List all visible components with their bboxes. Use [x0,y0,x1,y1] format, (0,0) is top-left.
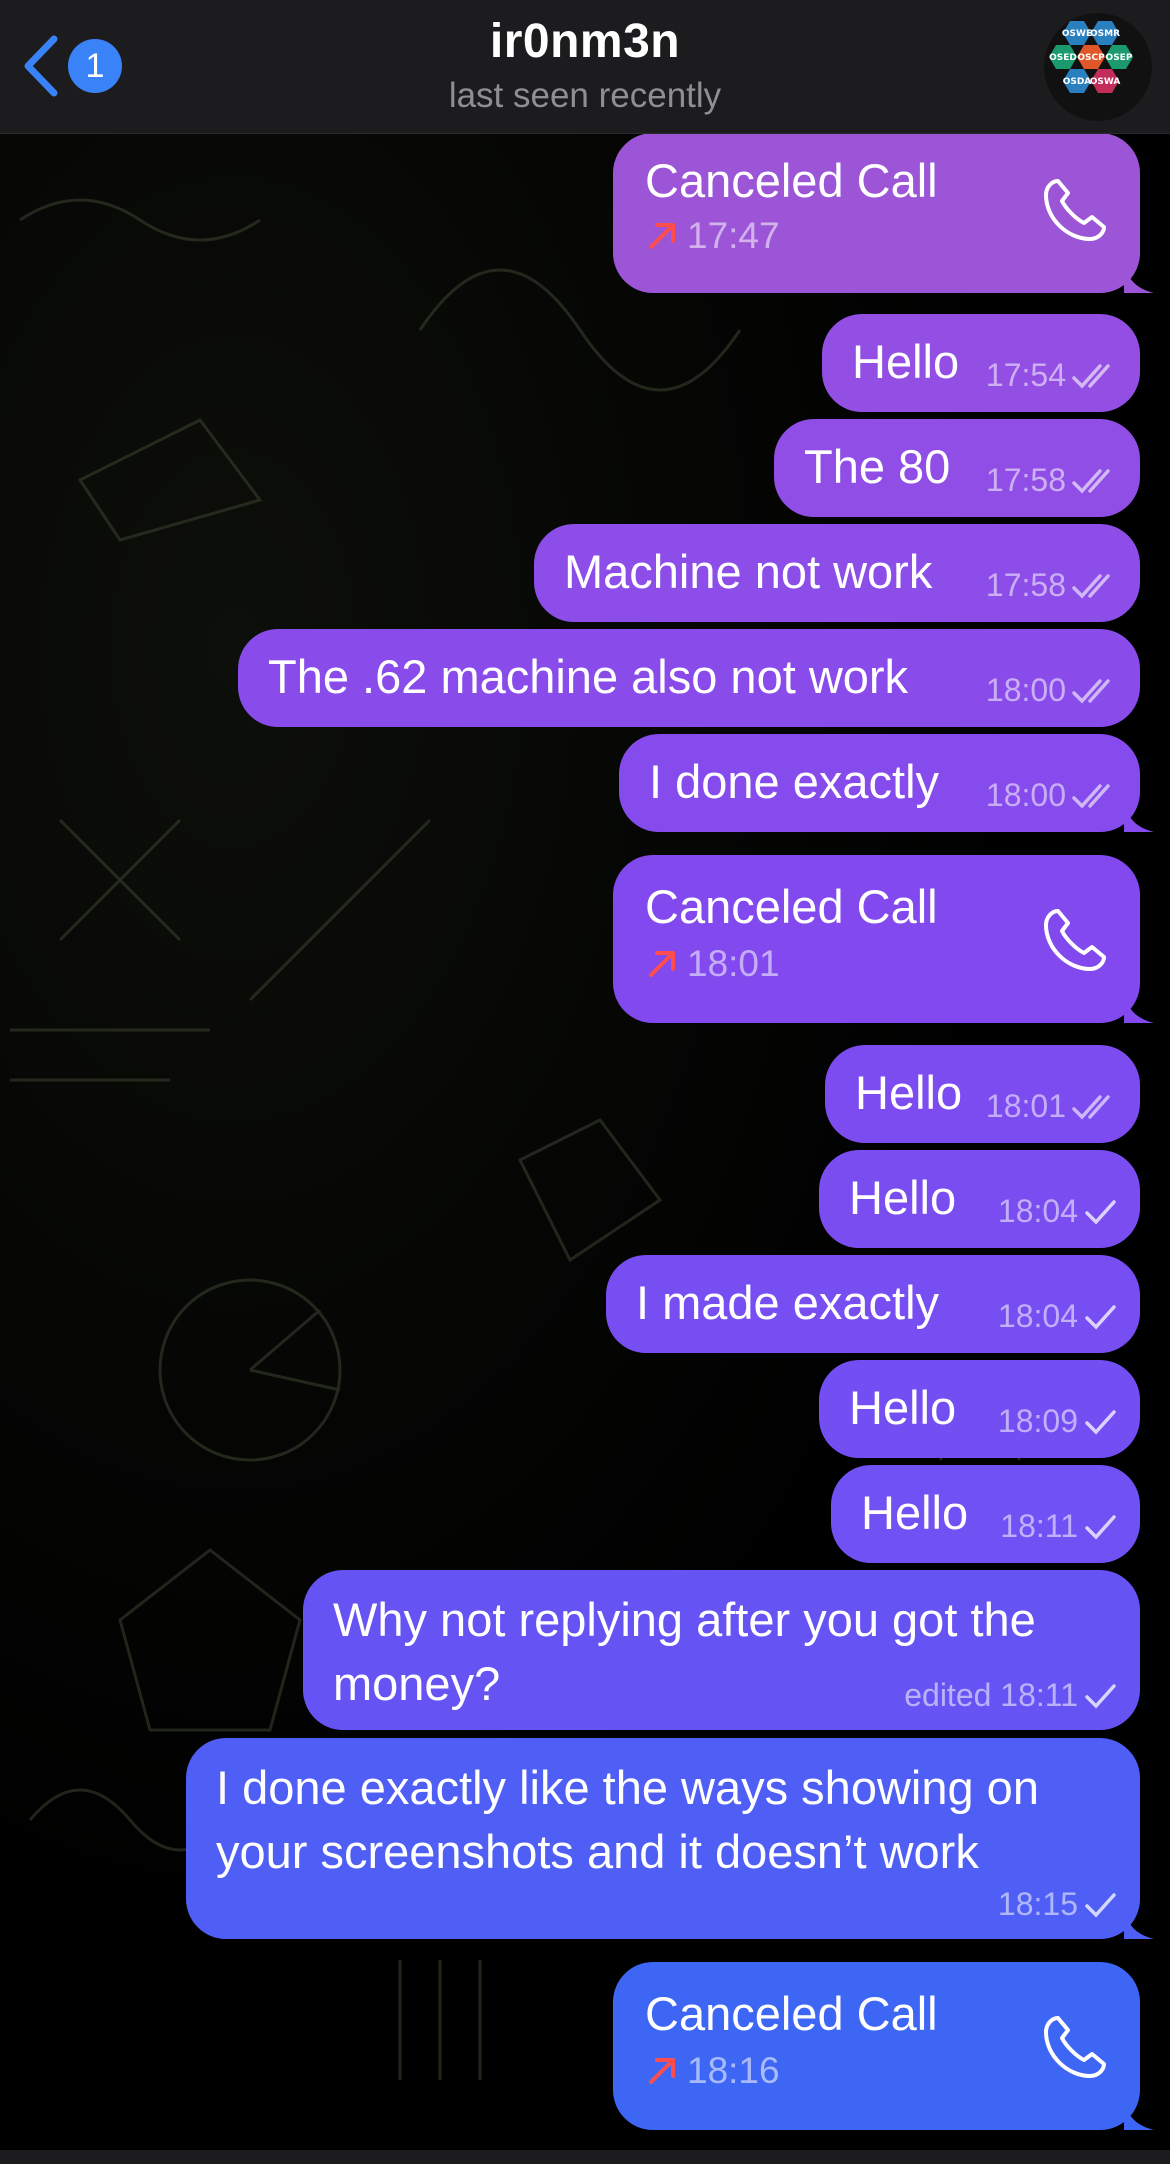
avatar-label: OSWA [1090,77,1121,87]
single-check-icon [1085,1892,1116,1918]
message-text: Hello [849,1381,957,1434]
message-time: 18:04 [997,1298,1078,1334]
message-time: 18:00 [985,672,1066,708]
double-check-icon [1072,573,1110,599]
message-bubble[interactable]: I done exactly 18:00 [619,734,1140,832]
call-time: 18:01 [687,943,780,984]
single-check-icon [1085,1304,1116,1330]
message-bubble[interactable]: The 80 17:58 [774,419,1140,517]
message-text: The 80 [804,440,951,493]
message-bubble[interactable]: I done exactly like the ways showing on … [186,1738,1140,1939]
message-bubble[interactable]: Hello 18:04 [819,1150,1140,1248]
bottom-bar [0,2150,1170,2164]
avatar-label: OSDA [1063,77,1092,87]
contact-name[interactable]: ir0nm3n [0,14,1170,69]
call-message[interactable]: Canceled Call 18:16 [613,1962,1140,2130]
message-time: 18:04 [997,1193,1078,1229]
message-bubble[interactable]: I made exactly 18:04 [606,1255,1140,1353]
message-time: 18:01 [985,1088,1066,1124]
message-bubble[interactable]: Hello 18:01 [825,1045,1140,1143]
message-time: 18:15 [997,1886,1078,1922]
call-title: Canceled Call [645,154,938,207]
call-title: Canceled Call [645,880,938,933]
message-bubble[interactable]: Hello 18:09 [819,1360,1140,1458]
double-check-icon [1072,1094,1110,1120]
double-check-icon [1072,468,1110,494]
message-time: 18:00 [985,777,1066,813]
single-check-icon [1085,1514,1116,1540]
contact-avatar[interactable]: OSWE OSMR OSED OSCP OSEP OSDA OSWA [1044,13,1152,121]
message-bubble[interactable]: Why not replying after you got the money… [303,1570,1140,1730]
outgoing-call-arrow-icon [649,951,675,977]
call-message[interactable]: Canceled Call 17:47 [613,133,1140,293]
message-text: The .62 machine also not work [268,650,909,703]
phone-icon[interactable] [1040,2010,1112,2082]
double-check-icon [1072,783,1110,809]
phone-icon[interactable] [1040,173,1112,245]
message-time: 17:58 [985,567,1066,603]
message-text: Hello [849,1171,957,1224]
avatar-label: OSED [1049,53,1077,63]
message-bubble[interactable]: Hello 17:54 [822,314,1140,412]
avatar-label: OSWE [1062,29,1092,39]
call-time: 17:47 [687,215,780,256]
call-title: Canceled Call [645,1987,938,2040]
message-bubble[interactable]: The .62 machine also not work 18:00 [238,629,1140,727]
single-check-icon [1085,1409,1116,1435]
avatar-label: OSMR [1090,29,1120,39]
double-check-icon [1072,363,1110,389]
message-text: I done exactly [649,755,940,808]
phone-icon[interactable] [1040,903,1112,975]
message-time: 17:58 [985,462,1066,498]
outgoing-call-arrow-icon [649,223,675,249]
message-text: Hello [855,1066,963,1119]
avatar-label: OSCP [1077,53,1105,63]
message-bubble[interactable]: Hello 18:11 [831,1465,1140,1563]
chat-header: 1 ir0nm3n last seen recently OSWE OSMR O… [0,0,1170,134]
avatar-label: OSEP [1106,53,1133,63]
outgoing-call-arrow-icon [649,2058,675,2084]
message-text: I done exactly like the ways showing on … [216,1761,1039,1878]
message-text: Hello [852,335,960,388]
message-time: 18:11 [1000,1508,1078,1544]
single-check-icon [1085,1683,1116,1709]
double-check-icon [1072,678,1110,704]
message-text: Machine not work [564,545,933,598]
message-time: 18:09 [997,1403,1078,1439]
call-message[interactable]: Canceled Call 18:01 [613,855,1140,1023]
message-time: 17:54 [985,357,1066,393]
message-bubble[interactable]: Machine not work 17:58 [534,524,1140,622]
contact-status: last seen recently [448,76,722,115]
call-time: 18:16 [687,2050,780,2091]
message-text: Hello [861,1486,969,1539]
message-time: edited 18:11 [904,1677,1078,1713]
single-check-icon [1085,1199,1116,1225]
message-text: I made exactly [636,1276,940,1329]
